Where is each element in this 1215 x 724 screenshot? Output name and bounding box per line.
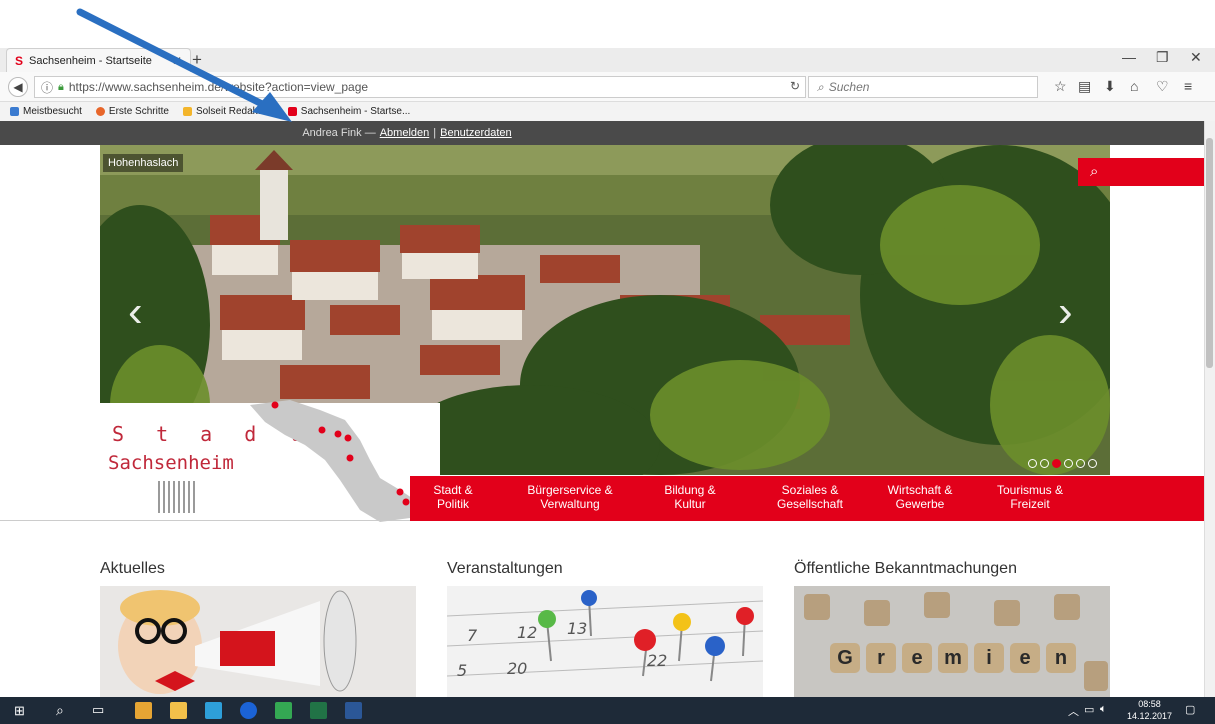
notices-image[interactable]	[794, 586, 1110, 697]
slider-dot[interactable]	[1040, 459, 1049, 468]
search-icon[interactable]: ⌕	[56, 702, 64, 719]
restore-icon[interactable]: ❐	[1156, 49, 1169, 66]
firefox-icon[interactable]	[240, 702, 257, 719]
svg-text:13: 13	[567, 619, 587, 638]
events-heading: Veranstaltungen	[447, 560, 563, 577]
search-icon: ⌕	[817, 79, 824, 94]
back-button[interactable]: ◀	[8, 77, 28, 97]
nav-soziales[interactable]: Soziales & Gesellschaft	[760, 483, 860, 511]
svg-text:20: 20	[507, 659, 527, 678]
network-icon[interactable]: ▭	[1084, 703, 1094, 716]
dice-letter: r	[866, 643, 896, 673]
slider-dot[interactable]	[1052, 459, 1061, 468]
svg-text:12: 12	[517, 623, 537, 642]
slider-dot[interactable]	[1028, 459, 1037, 468]
menu-icon[interactable]: ≡	[1184, 78, 1192, 94]
notifications-icon[interactable]: ▢	[1185, 703, 1195, 716]
logged-in-user: Andrea Fink —	[302, 127, 376, 139]
dice-letter: G	[830, 643, 860, 673]
scrollbar-thumb[interactable]	[1206, 138, 1213, 368]
dice-letter: e	[902, 643, 932, 673]
annotation-arrow	[76, 8, 292, 122]
bookmark-sachsenheim[interactable]: Sachsenheim - Startse...	[287, 106, 410, 117]
slider-dot[interactable]	[1088, 459, 1097, 468]
logo-text-sachsenheim: Sachsenheim	[108, 452, 234, 474]
logout-link[interactable]: Abmelden	[380, 127, 430, 139]
taskbar-clock[interactable]: 08:58 14.12.2017	[1127, 698, 1172, 722]
app-icon-green[interactable]	[275, 702, 292, 719]
slider-next-icon[interactable]: ›	[1058, 290, 1073, 334]
info-icon[interactable]: ⓘ	[41, 79, 53, 96]
nav-tourismus[interactable]: Tourismus & Freizeit	[980, 483, 1080, 511]
news-heading: Aktuelles	[100, 560, 165, 577]
dice-word: Gremien	[830, 643, 1076, 673]
reading-list-icon[interactable]: ▤	[1078, 78, 1091, 95]
events-image[interactable]: 7 12 13 22 5 20	[447, 586, 763, 697]
slider-dot[interactable]	[1076, 459, 1085, 468]
userdata-link[interactable]: Benutzerdaten	[440, 127, 512, 139]
dice-letter: e	[1010, 643, 1040, 673]
home-icon[interactable]: ⌂	[1130, 78, 1138, 94]
svg-text:5: 5	[457, 661, 467, 680]
lock-icon: 🔒︎	[58, 80, 64, 93]
file-explorer-icon[interactable]	[170, 702, 187, 719]
dice-letter: m	[938, 643, 968, 673]
tray-chevron-icon[interactable]: ︿	[1068, 703, 1079, 719]
search-icon: ⌕	[1090, 163, 1099, 180]
start-icon[interactable]: ⊞	[14, 703, 25, 719]
slider-dot[interactable]	[1064, 459, 1073, 468]
task-view-icon[interactable]: ▭	[92, 702, 104, 718]
notices-heading: Öffentliche Bekanntmachungen	[794, 560, 1017, 577]
close-window-icon[interactable]: ✕	[1190, 49, 1202, 66]
logo-bars	[158, 481, 198, 513]
dice-letter: i	[974, 643, 1004, 673]
hero-caption: Hohenhaslach	[103, 154, 184, 172]
nav-stadt-politik[interactable]: Stadt & Politik	[418, 483, 488, 511]
district-map[interactable]	[250, 400, 420, 522]
app-icon-outlook[interactable]	[205, 702, 222, 719]
nav-bildung-kultur[interactable]: Bildung & Kultur	[645, 483, 735, 511]
news-image[interactable]	[100, 586, 416, 697]
browser-search-field[interactable]: ⌕ Suchen	[808, 76, 1038, 98]
svg-text:7: 7	[467, 626, 478, 645]
bookmark-folder-icon	[10, 107, 19, 116]
volume-icon[interactable]: 🔈︎	[1100, 703, 1107, 716]
excel-icon[interactable]	[310, 702, 327, 719]
site-favicon-icon: S	[15, 53, 24, 68]
site-search-button[interactable]: ⌕	[1078, 158, 1204, 186]
word-icon[interactable]	[345, 702, 362, 719]
reload-icon[interactable]: ↻	[790, 79, 800, 93]
minimize-icon[interactable]: —	[1122, 49, 1136, 65]
bookmark-star-icon[interactable]: ☆	[1054, 78, 1067, 95]
downloads-icon[interactable]: ⬇	[1104, 78, 1116, 95]
nav-wirtschaft[interactable]: Wirtschaft & Gewerbe	[870, 483, 970, 511]
admin-separator: |	[433, 127, 437, 139]
pocket-icon[interactable]: ♡	[1156, 78, 1169, 95]
search-placeholder: Suchen	[828, 80, 870, 94]
nav-buergerservice[interactable]: Bürgerservice & Verwaltung	[510, 483, 630, 511]
dice-letter: n	[1046, 643, 1076, 673]
slider-dots	[1028, 459, 1097, 468]
slider-prev-icon[interactable]: ‹	[128, 290, 143, 334]
app-icon-contacts[interactable]	[135, 702, 152, 719]
svg-text:22: 22	[647, 651, 667, 670]
